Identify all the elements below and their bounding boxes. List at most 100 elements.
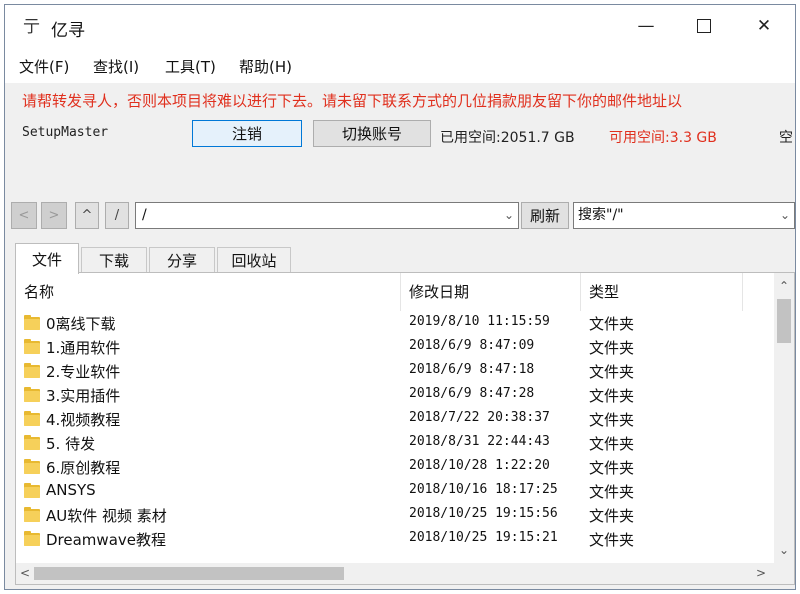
close-icon: ✕	[756, 16, 772, 36]
file-type: 文件夹	[589, 387, 635, 405]
file-name: Dreamwave教程	[46, 531, 166, 549]
file-date: 2018/10/25 19:15:21	[409, 530, 558, 545]
table-row[interactable]: ANSYS 2018/10/16 18:17:25 文件夹	[16, 479, 774, 503]
table-row[interactable]: 0离线下载 2019/8/10 11:15:59 文件夹	[16, 311, 774, 335]
back-button[interactable]: <	[11, 202, 37, 229]
folder-icon	[24, 531, 40, 546]
file-date: 2018/10/16 18:17:25	[409, 482, 558, 497]
menu-bar: 文件(F) 查找(I) 工具(T) 帮助(H)	[5, 47, 795, 83]
chevron-down-icon[interactable]: ⌄	[780, 203, 790, 228]
file-name: 1.通用软件	[46, 339, 121, 357]
file-type: 文件夹	[589, 531, 635, 549]
folder-icon	[24, 363, 40, 378]
folder-icon	[24, 507, 40, 522]
column-header-name[interactable]: 名称	[16, 273, 401, 311]
forward-button[interactable]: >	[41, 202, 67, 229]
table-row[interactable]: Dreamwave教程 2018/10/25 19:15:21 文件夹	[16, 527, 774, 551]
folder-icon	[24, 315, 40, 330]
used-space-label: 已用空间:2051.7 GB	[440, 130, 575, 146]
app-window: 亍 亿寻 — ✕ 文件(F) 查找(I) 工具(T) 帮助(H) 请帮转发寻人，…	[4, 4, 796, 590]
back-arrow-icon: <	[18, 208, 30, 223]
scroll-left-icon[interactable]: <	[20, 566, 30, 580]
folder-icon	[24, 435, 40, 450]
folder-icon	[24, 459, 40, 474]
list-header: 名称 修改日期 类型	[16, 273, 774, 311]
file-date: 2018/7/22 20:38:37	[409, 410, 550, 425]
maximize-button[interactable]	[675, 5, 733, 47]
username-label: SetupMaster	[22, 125, 109, 140]
title-bar[interactable]: 亍 亿寻 — ✕	[5, 5, 795, 47]
menu-tools[interactable]: 工具(T)	[165, 56, 216, 77]
tab-shares[interactable]: 分享	[149, 247, 215, 273]
tab-downloads[interactable]: 下载	[81, 247, 147, 273]
menu-find[interactable]: 查找(I)	[93, 56, 139, 77]
file-date: 2018/10/28 1:22:20	[409, 458, 550, 473]
file-date: 2018/6/9 8:47:28	[409, 386, 535, 401]
notice-text: 请帮转发寻人，否则本项目将难以进行下去。请未留下联系方式的几位捐款朋友留下你的邮…	[22, 92, 683, 110]
vertical-scrollbar[interactable]: ⌃ ⌄	[774, 273, 794, 563]
table-row[interactable]: AU软件 视频 素材 2018/10/25 19:15:56 文件夹	[16, 503, 774, 527]
file-type: 文件夹	[589, 411, 635, 429]
tab-strip: 文件 下载 分享 回收站	[15, 243, 795, 274]
folder-icon	[24, 411, 40, 426]
file-type: 文件夹	[589, 339, 635, 357]
root-button[interactable]: /	[105, 202, 129, 229]
vertical-scroll-thumb[interactable]	[777, 299, 791, 343]
file-type: 文件夹	[589, 435, 635, 453]
maximize-icon	[697, 19, 711, 33]
file-name: ANSYS	[46, 481, 96, 499]
search-combobox[interactable]: 搜索"/" ⌄	[573, 202, 795, 229]
table-row[interactable]: 5. 待发 2018/8/31 22:44:43 文件夹	[16, 431, 774, 455]
window-title: 亿寻	[51, 21, 85, 41]
path-combobox[interactable]: / ⌄	[135, 202, 519, 229]
close-button[interactable]: ✕	[735, 5, 793, 47]
scroll-down-icon[interactable]: ⌄	[779, 543, 789, 557]
scroll-right-icon[interactable]: >	[756, 566, 766, 580]
file-type: 文件夹	[589, 507, 635, 525]
refresh-button[interactable]: 刷新	[521, 202, 569, 229]
column-header-date[interactable]: 修改日期	[401, 273, 581, 311]
column-header-type[interactable]: 类型	[581, 273, 743, 311]
file-name: 6.原创教程	[46, 459, 121, 477]
table-row[interactable]: 3.实用插件 2018/6/9 8:47:28 文件夹	[16, 383, 774, 407]
minimize-icon: —	[637, 16, 655, 36]
folder-icon	[24, 387, 40, 402]
file-name: 5. 待发	[46, 435, 96, 453]
app-logo-icon: 亍	[23, 17, 40, 37]
file-name: 4.视频教程	[46, 411, 121, 429]
forward-arrow-icon: >	[48, 208, 60, 223]
menu-file[interactable]: 文件(F)	[19, 56, 69, 77]
navigation-bar: < > ^ / / ⌄ 刷新 搜索"/" ⌄	[11, 202, 795, 231]
search-value: 搜索"/"	[578, 207, 624, 223]
up-arrow-icon: ^	[81, 208, 93, 223]
file-name: 2.专业软件	[46, 363, 121, 381]
file-date: 2019/8/10 11:15:59	[409, 314, 550, 329]
chevron-down-icon[interactable]: ⌄	[504, 203, 514, 228]
switch-account-button[interactable]: 切换账号	[313, 120, 431, 147]
up-button[interactable]: ^	[75, 202, 99, 229]
menu-help[interactable]: 帮助(H)	[239, 56, 292, 77]
horizontal-scroll-thumb[interactable]	[34, 567, 344, 580]
table-row[interactable]: 6.原创教程 2018/10/28 1:22:20 文件夹	[16, 455, 774, 479]
file-name: 3.实用插件	[46, 387, 121, 405]
file-type: 文件夹	[589, 315, 635, 333]
tab-files[interactable]: 文件	[15, 243, 79, 274]
file-date: 2018/8/31 22:44:43	[409, 434, 550, 449]
file-name: AU软件 视频 素材	[46, 507, 167, 525]
logout-button[interactable]: 注销	[192, 120, 302, 147]
folder-icon	[24, 483, 40, 498]
tab-recycle-bin[interactable]: 回收站	[217, 247, 291, 273]
table-row[interactable]: 4.视频教程 2018/7/22 20:38:37 文件夹	[16, 407, 774, 431]
file-type: 文件夹	[589, 459, 635, 477]
minimize-button[interactable]: —	[617, 5, 675, 47]
file-type: 文件夹	[589, 363, 635, 381]
file-list[interactable]: 名称 修改日期 类型 0离线下载 2019/8/10 11:15:59 文件夹 1.通…	[15, 272, 795, 585]
table-row[interactable]: 1.通用软件 2018/6/9 8:47:09 文件夹	[16, 335, 774, 359]
space-overflow-label: 空	[779, 130, 793, 146]
table-row[interactable]: 2.专业软件 2018/6/9 8:47:18 文件夹	[16, 359, 774, 383]
scroll-up-icon[interactable]: ⌃	[779, 279, 789, 293]
root-slash-icon: /	[114, 208, 120, 223]
horizontal-scrollbar[interactable]: < >	[16, 563, 794, 584]
free-space-label: 可用空间:3.3 GB	[609, 130, 717, 146]
path-value: /	[142, 207, 147, 223]
